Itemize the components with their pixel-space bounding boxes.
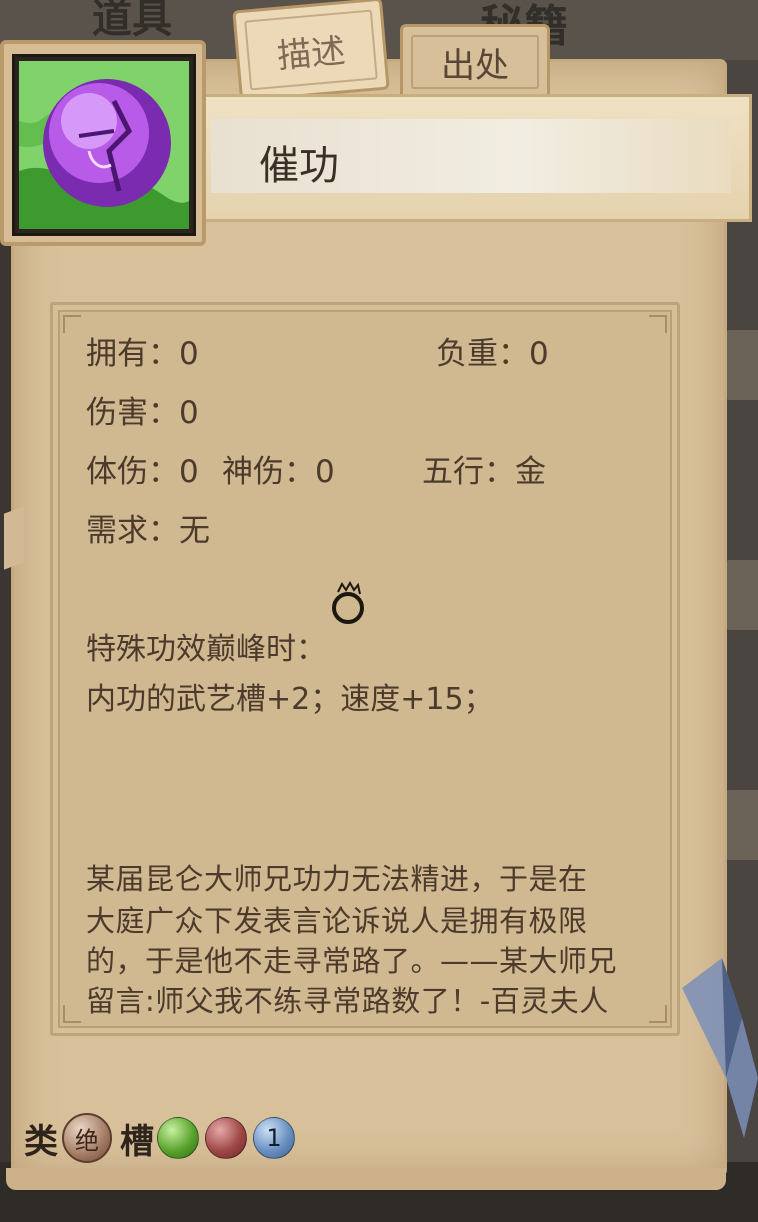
- slot-orb-blue: 1: [253, 1117, 295, 1159]
- special-effect-text: 内功的武艺槽+2；速度+15；: [86, 682, 494, 717]
- item-attributes-bar: 类 绝 槽 1: [24, 1112, 298, 1164]
- corner-ornament: [649, 1005, 667, 1023]
- type-badge: 绝: [62, 1113, 112, 1163]
- stat-weight: 负重：0: [436, 328, 549, 373]
- item-name: 催功: [259, 143, 339, 189]
- stat-owned: 拥有：0: [86, 328, 199, 373]
- slot-orb-green: [157, 1117, 199, 1159]
- background-band: [724, 560, 758, 630]
- corner-ornament: [649, 315, 667, 333]
- stat-requirement-value: 无: [179, 513, 210, 549]
- stat-spirit-damage: 神伤：0: [222, 446, 335, 491]
- item-icon-frame: [0, 40, 206, 246]
- stat-weight-value: 0: [529, 336, 549, 372]
- stat-element: 五行：金: [422, 446, 546, 491]
- tab-border: [411, 35, 539, 89]
- tab-border: [244, 9, 378, 91]
- stat-spirit-damage-value: 0: [315, 454, 335, 490]
- item-icon-box: [12, 54, 196, 236]
- slot-label: 槽: [120, 1121, 154, 1162]
- stat-weight-label: 负重：: [436, 336, 529, 372]
- description-line: 留言:师父我不练寻常路数了！-百灵夫人: [86, 984, 609, 1018]
- parchment-bottom-edge: [6, 1168, 726, 1190]
- slot-count: 1: [266, 1124, 282, 1152]
- stat-body-damage-label: 体伤：: [86, 454, 179, 490]
- decorative-pin: [682, 958, 758, 1138]
- purple-martial-arts-orb-icon: [19, 61, 189, 229]
- ring-icon: [332, 580, 364, 624]
- description-line: 某届昆仑大师兄功力无法精进，于是在: [86, 862, 588, 896]
- stat-owned-value: 0: [179, 336, 199, 372]
- item-title-bar: 催功: [200, 94, 752, 222]
- stat-owned-label: 拥有：: [86, 336, 179, 372]
- stat-element-value: 金: [515, 454, 546, 490]
- tab-source[interactable]: 出处: [400, 24, 550, 100]
- background-band: [724, 790, 758, 860]
- parchment-edge: [4, 506, 24, 570]
- tab-description[interactable]: 描述: [232, 0, 390, 103]
- background-glyph-props: 道具: [92, 0, 172, 42]
- type-label: 类: [24, 1121, 58, 1162]
- type-badge-text: 绝: [75, 1126, 99, 1155]
- slot-orb-red: [205, 1117, 247, 1159]
- stat-body-damage-value: 0: [179, 454, 199, 490]
- stat-damage: 伤害：0: [86, 387, 199, 432]
- corner-ornament: [63, 1005, 81, 1023]
- stat-requirement-label: 需求：: [86, 513, 179, 549]
- stat-body-damage: 体伤：0: [86, 446, 199, 491]
- stat-element-label: 五行：: [422, 454, 515, 490]
- stat-spirit-damage-label: 神伤：: [222, 454, 315, 490]
- special-effect-title: 特殊功效巅峰时：: [86, 632, 326, 667]
- corner-ornament: [63, 315, 81, 333]
- description-line: 的，于是他不走寻常路了。——某大师兄: [86, 944, 618, 978]
- stat-damage-value: 0: [179, 395, 199, 431]
- background-band: [724, 330, 758, 400]
- stat-damage-label: 伤害：: [86, 395, 179, 431]
- description-line: 大庭广众下发表言论诉说人是拥有极限: [86, 904, 588, 938]
- stat-requirement: 需求：无: [86, 505, 210, 550]
